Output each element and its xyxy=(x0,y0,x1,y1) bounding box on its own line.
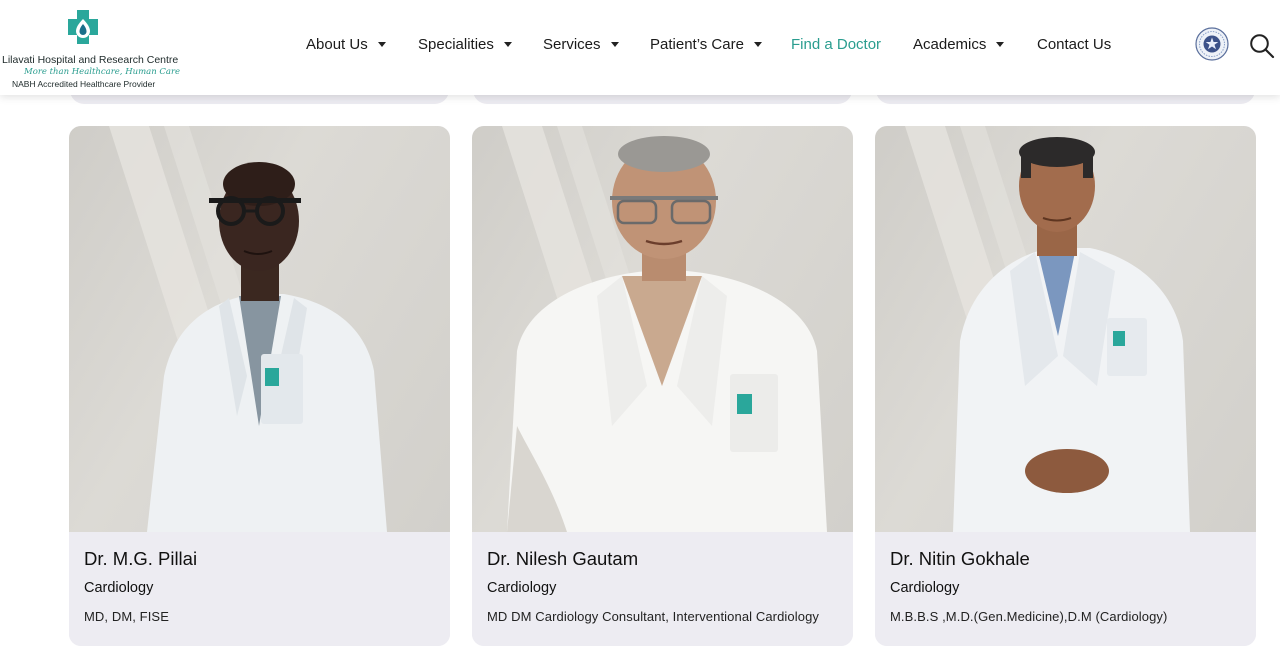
nav-label: Services xyxy=(543,36,601,53)
chevron-down-icon xyxy=(753,42,762,47)
chevron-down-icon xyxy=(503,42,512,47)
nav-academics[interactable]: Academics xyxy=(913,36,1005,53)
nav-label: Contact Us xyxy=(1037,36,1112,53)
doctor-photo xyxy=(472,126,853,532)
nav-services[interactable]: Services xyxy=(543,36,619,53)
doctor-info: Dr. Nilesh Gautam Cardiology MD DM Cardi… xyxy=(472,532,853,646)
chevron-down-icon xyxy=(996,42,1005,47)
doctor-info: Dr. M.G. Pillai Cardiology MD, DM, FISE xyxy=(69,532,450,646)
doctor-name[interactable]: Dr. M.G. Pillai xyxy=(84,548,435,570)
doctor-card[interactable]: Dr. Nilesh Gautam Cardiology MD DM Cardi… xyxy=(472,126,853,646)
nav-contact-us[interactable]: Contact Us xyxy=(1037,36,1111,53)
hospital-cross-icon xyxy=(68,10,98,44)
doctor-name[interactable]: Dr. Nitin Gokhale xyxy=(890,548,1241,570)
search-icon[interactable] xyxy=(1249,33,1275,59)
doctor-name[interactable]: Dr. Nilesh Gautam xyxy=(487,548,838,570)
doctor-qualification: MD DM Cardiology Consultant, Interventio… xyxy=(487,609,819,624)
doctor-speciality: Cardiology xyxy=(487,580,557,596)
accreditation-seal-icon xyxy=(1195,27,1229,61)
doctor-qualification: MD, DM, FISE xyxy=(84,609,169,624)
nav-patients-care[interactable]: Patient’s Care xyxy=(650,36,762,53)
nav-label: About Us xyxy=(306,36,368,53)
nav-label: Specialities xyxy=(418,36,494,53)
hospital-name: Lilavati Hospital and Research Centre xyxy=(2,54,179,66)
chevron-down-icon xyxy=(610,42,619,47)
accreditation-text: NABH Accredited Healthcare Provider xyxy=(12,79,156,89)
doctor-qualification: M.B.B.S ,M.D.(Gen.Medicine),D.M (Cardiol… xyxy=(890,609,1168,624)
hospital-tagline: More than Healthcare, Human Care xyxy=(24,67,181,77)
doctor-speciality: Cardiology xyxy=(890,580,960,596)
doctor-photo xyxy=(69,126,450,532)
doctor-speciality: Cardiology xyxy=(84,580,154,596)
nav-label: Find a Doctor xyxy=(791,36,882,53)
doctor-card[interactable]: Dr. Nitin Gokhale Cardiology M.B.B.S ,M.… xyxy=(875,126,1256,646)
chevron-down-icon xyxy=(377,42,386,47)
site-header: Lilavati Hospital and Research Centre Mo… xyxy=(0,0,1280,95)
nav-about-us[interactable]: About Us xyxy=(306,36,386,53)
nav-specialities[interactable]: Specialities xyxy=(418,36,512,53)
nav-label: Academics xyxy=(913,36,987,53)
doctor-card[interactable]: Dr. M.G. Pillai Cardiology MD, DM, FISE xyxy=(69,126,450,646)
doctor-photo xyxy=(875,126,1256,532)
hospital-logo[interactable]: Lilavati Hospital and Research Centre Mo… xyxy=(0,8,180,89)
nav-find-a-doctor[interactable]: Find a Doctor xyxy=(791,36,881,53)
nav-label: Patient’s Care xyxy=(650,36,744,53)
doctor-info: Dr. Nitin Gokhale Cardiology M.B.B.S ,M.… xyxy=(875,532,1256,646)
